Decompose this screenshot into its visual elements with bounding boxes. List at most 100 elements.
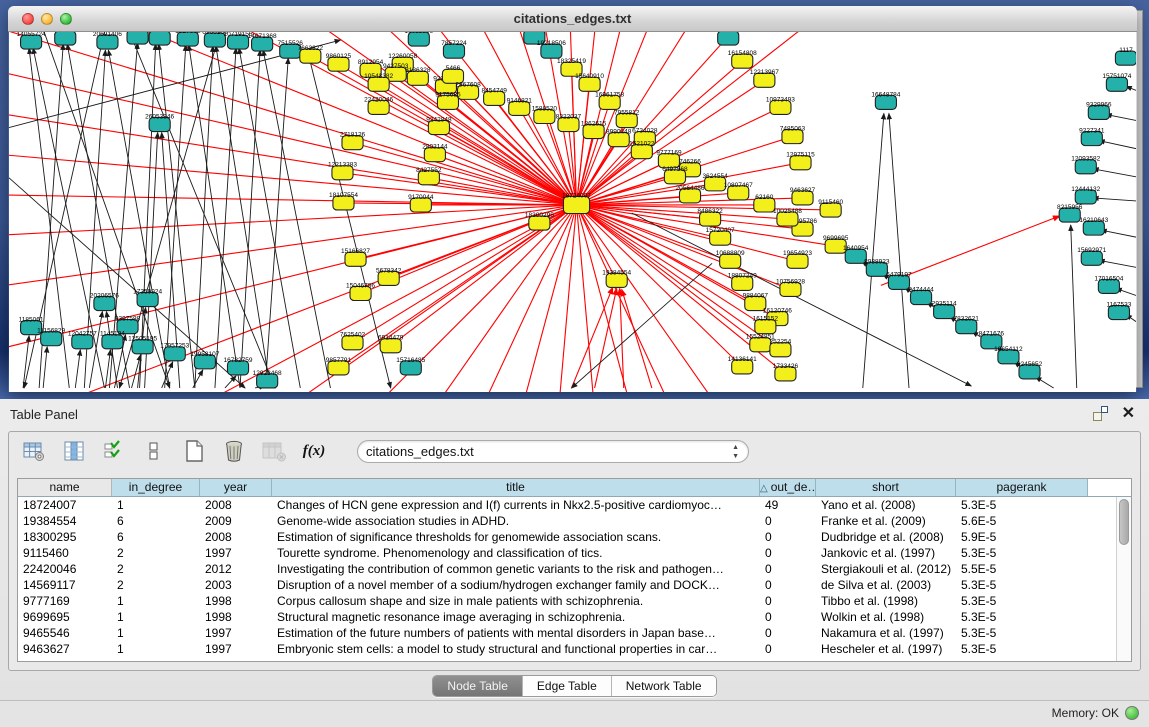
graph-node[interactable]: 7857224 [441,40,467,58]
network-view[interactable]: 1405572420691406106532671527602696616010… [9,32,1136,392]
table-row[interactable]: 2242004622012Investigating the contribut… [18,561,1131,577]
graph-node[interactable]: 9474444 [908,286,934,304]
graph-node[interactable]: 12213383 [328,162,357,180]
column-header-in_degree[interactable]: in_degree [112,479,200,496]
select-columns-icon[interactable] [101,438,127,464]
table-row[interactable]: 1938455462009Genome-wide association stu… [18,513,1131,529]
graph-node[interactable]: 1362615 [581,121,607,139]
graph-node[interactable]: 12923468 [253,370,282,388]
function-builder-icon[interactable]: f(x) [301,438,327,464]
graph-node[interactable]: 8454749 [481,87,507,105]
graph-node[interactable]: 19958107 [190,351,219,369]
graph-node[interactable]: 10543382 [364,73,393,91]
graph-node[interactable]: 16648784 [871,91,900,109]
close-panel-icon[interactable]: ✕ [1122,407,1135,421]
graph-node[interactable]: 9146821 [507,97,533,115]
graph-node[interactable]: 18300295 [525,212,554,230]
show-columns-icon[interactable] [61,438,87,464]
graph-node[interactable]: 18107554 [329,192,358,210]
column-header-short[interactable]: short [816,479,956,496]
graph-node[interactable] [55,32,76,45]
graph-node[interactable]: 5678342 [376,267,402,285]
graph-node[interactable]: 9329966 [1086,101,1112,119]
graph-node[interactable]: 15720407 [706,227,735,245]
graph-node[interactable]: 1167533 [1106,302,1131,320]
graph-node[interactable]: 2803144 [422,144,448,162]
graph-node[interactable]: 17359924 [133,288,162,306]
graph-node[interactable]: 6914479 [378,335,404,353]
column-header-pagerank[interactable]: pagerank [956,479,1088,496]
graph-node[interactable]: 1615152 [753,316,779,334]
graph-node[interactable]: 15751074 [1102,73,1131,91]
graph-node[interactable]: 1621022 [629,141,655,159]
graph-node[interactable]: 62160 [754,194,775,212]
column-header-name[interactable]: name [18,479,112,496]
tab-network-table[interactable]: Network Table [612,676,716,696]
graph-node[interactable]: 7485063 [780,126,806,144]
graph-node[interactable]: 14671368 [248,33,277,51]
scrollbar-thumb[interactable] [1119,499,1129,545]
column-header-title[interactable]: title [272,479,760,496]
graph-node[interactable]: 1117 [1115,47,1136,65]
table-row[interactable]: 1830029562008Estimation of significance … [18,529,1131,545]
delete-table-icon[interactable] [221,438,247,464]
graph-node[interactable]: 9860125 [326,53,352,71]
graph-node[interactable]: 10756928 [776,278,805,296]
graph-node[interactable]: 20206576 [90,292,119,310]
column-header-out_de[interactable]: △out_de… [760,479,816,496]
graph-node[interactable]: 8186328 [405,67,431,85]
graph-node[interactable]: 1733426 [773,363,799,381]
graph-node[interactable]: 12213967 [750,69,779,87]
graph-node[interactable]: 10025488 [773,208,802,226]
graph-node[interactable]: 1588520 [532,105,558,123]
graph-node[interactable]: 17957253 [160,343,189,361]
graph-node[interactable]: 7663822 [298,45,324,63]
graph-node[interactable]: 15640910 [575,73,604,91]
graph-node[interactable]: 16210643 [1079,217,1108,235]
graph-node[interactable]: 2687682 [716,32,742,45]
graph-node[interactable]: 20564486 [676,185,705,203]
graph-node[interactable]: 9463627 [790,187,816,205]
network-window-titlebar[interactable]: citations_edges.txt [8,6,1137,32]
table-selector-dropdown[interactable]: citations_edges.txt ▲▼ [357,440,749,463]
graph-node[interactable]: 10973493 [766,96,795,114]
graph-node[interactable]: 16961758 [595,91,624,109]
graph-node[interactable]: 9245652 [1017,361,1043,379]
tab-node-table[interactable]: Node Table [433,676,523,696]
graph-node[interactable]: 17016504 [1094,275,1123,293]
table-row[interactable]: 946554611997Estimation of the future num… [18,625,1131,641]
graph-node[interactable]: 9857791 [326,357,352,375]
table-row[interactable]: 1872400712008Changes of HCN gene express… [18,497,1131,513]
graph-node[interactable]: 16154808 [728,50,757,68]
hub-node[interactable]: 18724007 [562,192,591,213]
graph-node[interactable]: 1527602 [175,32,201,46]
graph-node[interactable]: 8427552 [416,167,442,185]
graph-node[interactable]: 8990448 [606,129,632,147]
graph-node[interactable]: 7832621 [954,316,980,334]
graph-node[interactable]: 16033809 [404,32,433,46]
table-row[interactable]: 977716911998Corpus callosum shape and si… [18,593,1131,609]
graph-node[interactable]: 12093582 [1071,156,1100,174]
graph-node[interactable]: 22420046 [364,96,393,114]
table-row[interactable]: 946362711997Embryonic stem cells: a mode… [18,641,1131,657]
graph-node[interactable]: 9227341 [1079,128,1105,146]
row-format-icon[interactable] [141,438,167,464]
graph-node[interactable]: 10688809 [716,250,745,268]
graph-node[interactable]: 15046786 [346,282,375,300]
float-panel-icon[interactable] [1093,406,1108,421]
graph-node[interactable]: 14136141 [728,356,757,374]
graph-node[interactable]: 12975115 [786,152,815,170]
graph-node[interactable]: 7955812 [614,109,640,127]
graph-node[interactable]: 7625402 [340,332,366,350]
graph-node[interactable]: 8322037 [556,113,582,131]
vertical-scrollbar[interactable] [1116,497,1131,661]
column-header-year[interactable]: year [200,479,272,496]
graph-node[interactable]: 11156829 [37,328,65,346]
graph-node[interactable]: 2718126 [340,132,366,150]
table-row[interactable]: 911546021997Tourette syndrome. Phenomeno… [18,545,1131,561]
graph-node[interactable]: 16782759 [224,357,253,375]
graph-node[interactable]: 26053346 [145,113,174,131]
tab-edge-table[interactable]: Edge Table [523,676,612,696]
graph-node[interactable]: 6497568 [662,166,688,184]
graph-node[interactable]: 19218506 [537,40,566,58]
